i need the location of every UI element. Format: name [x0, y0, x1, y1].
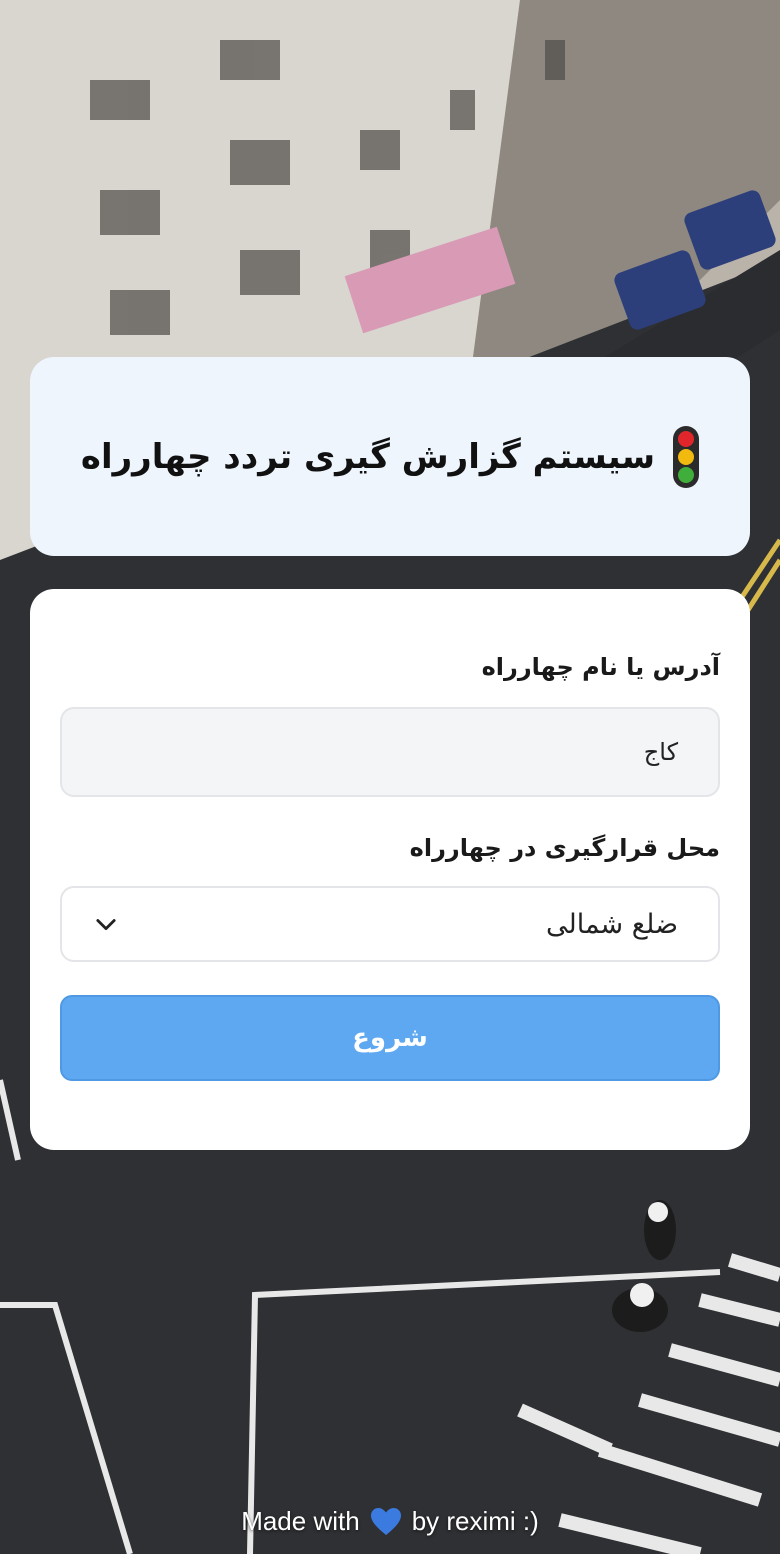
position-label: محل قرارگیری در چهارراه	[409, 834, 720, 862]
address-input-value: کاج	[643, 738, 678, 766]
page-title: سیستم گزارش گیری تردد چهارراه	[80, 436, 656, 477]
footer-prefix: Made with	[241, 1506, 360, 1536]
traffic-light-icon	[673, 425, 700, 488]
chevron-down-icon	[96, 919, 116, 931]
position-select[interactable]: ضلع شمالی	[60, 886, 720, 962]
footer-suffix: by reximi :)	[411, 1506, 539, 1536]
start-button[interactable]: شروع	[60, 995, 720, 1081]
position-select-value: ضلع شمالی	[545, 908, 678, 940]
address-label: آدرس یا نام چهارراه	[481, 653, 720, 681]
form-card: آدرس یا نام چهارراه کاج محل قرارگیری در …	[30, 589, 750, 1150]
title-row: سیستم گزارش گیری تردد چهارراه	[80, 425, 700, 488]
footer: Made with by reximi :)	[0, 1506, 780, 1537]
blue-heart-icon	[370, 1507, 401, 1535]
address-input[interactable]: کاج	[60, 707, 720, 797]
title-card: سیستم گزارش گیری تردد چهارراه	[30, 357, 750, 556]
